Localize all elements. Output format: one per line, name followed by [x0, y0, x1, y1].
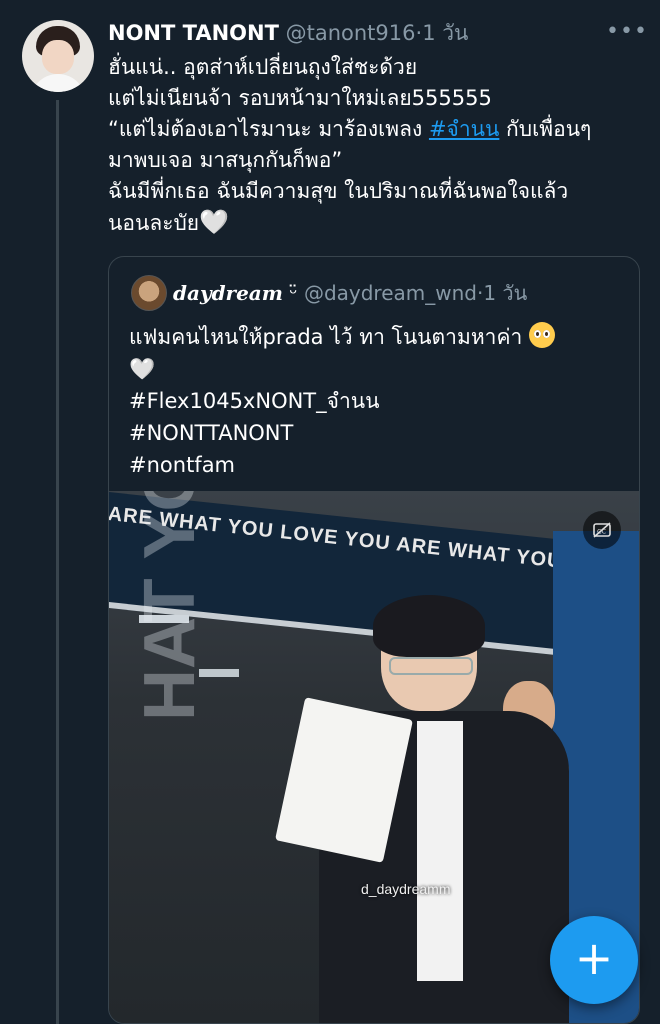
- quote-text: แฟมคนไหนให้prada ไว้ ทา โนนตามหาค่า 🤍 #F…: [129, 321, 619, 481]
- glass-window-text: HAT YOU: [130, 491, 210, 721]
- quote-line: #NONTTANONT: [129, 421, 294, 445]
- author-handle[interactable]: @tanont916: [286, 21, 416, 45]
- author-name[interactable]: NONT TANONT: [108, 21, 279, 45]
- thread-line: [56, 100, 59, 1024]
- tweet-line: นอนละบัย🤍: [108, 207, 648, 239]
- quote-line: #Flex1045xNONT_จำนน: [129, 389, 380, 413]
- quote-text-segment: แฟมคนไหนให้prada ไว้ ทา โนนตามหาค่า: [129, 325, 529, 349]
- tweet-time[interactable]: 1 วัน: [422, 21, 468, 45]
- quote-author-suffix: ᵕ̈: [289, 281, 298, 305]
- quote-line: #nontfam: [129, 453, 236, 477]
- closed-captions-off-icon[interactable]: CC: [583, 511, 621, 549]
- quoted-tweet[interactable]: daydream ᵕ̈ @daydream_wnd·1 วัน แฟมคนไหน…: [108, 256, 640, 1024]
- hashtag-link[interactable]: #จำนน: [429, 117, 499, 141]
- pleading-face-emoji: [528, 322, 555, 348]
- compose-tweet-button[interactable]: +: [550, 916, 638, 1004]
- quote-time[interactable]: 1 วัน: [483, 281, 527, 305]
- svg-text:CC: CC: [597, 528, 607, 536]
- tweet-line: “แต่ไม่ต้องเอาไรมานะ มาร้องเพลง #จำนน กั…: [108, 114, 648, 145]
- quote-line: แฟมคนไหนให้prada ไว้ ทา โนนตามหาค่า: [129, 321, 619, 353]
- quote-author-avatar[interactable]: [131, 275, 167, 311]
- more-horizontal-icon[interactable]: •••: [606, 21, 647, 43]
- tweet-line: มาพบเจอ มาสนุกกันก็พอ”: [108, 148, 343, 172]
- tweet-text-segment: “แต่ไม่ต้องเอาไรมานะ มาร้องเพลง: [108, 117, 429, 141]
- quote-author-name[interactable]: daydream: [173, 281, 283, 305]
- tweet-line: แต่ไม่เนียนจ้า รอบหน้ามาใหม่เลย555555: [108, 86, 492, 110]
- tweet-text: ฮั่นแน่.. อุตส่าห์เปลี่ยนถุงใส่ชะด้วย แต…: [108, 52, 648, 239]
- quote-header: daydream ᵕ̈ @daydream_wnd·1 วัน: [173, 277, 527, 309]
- tweet-text-segment: นอนละบัย: [108, 211, 200, 235]
- white-heart-emoji: 🤍: [199, 208, 229, 236]
- plus-icon: +: [574, 931, 614, 985]
- quote-author-handle[interactable]: @daydream_wnd: [304, 281, 477, 305]
- video-watermark: d_daydreamm: [361, 881, 451, 897]
- tweet-text-segment: กับเพื่อนๆ: [499, 117, 592, 141]
- author-avatar[interactable]: [22, 20, 94, 92]
- tweet-line: ฮั่นแน่.. อุตส่าห์เปลี่ยนถุงใส่ชะด้วย: [108, 55, 418, 79]
- tweet-header: NONT TANONT @tanont916·1 วัน: [108, 18, 640, 48]
- tweet-line: ฉันมีพี่กเธอ ฉันมีความสุข ในปริมาณที่ฉัน…: [108, 179, 569, 203]
- quote-line: 🤍: [129, 357, 156, 381]
